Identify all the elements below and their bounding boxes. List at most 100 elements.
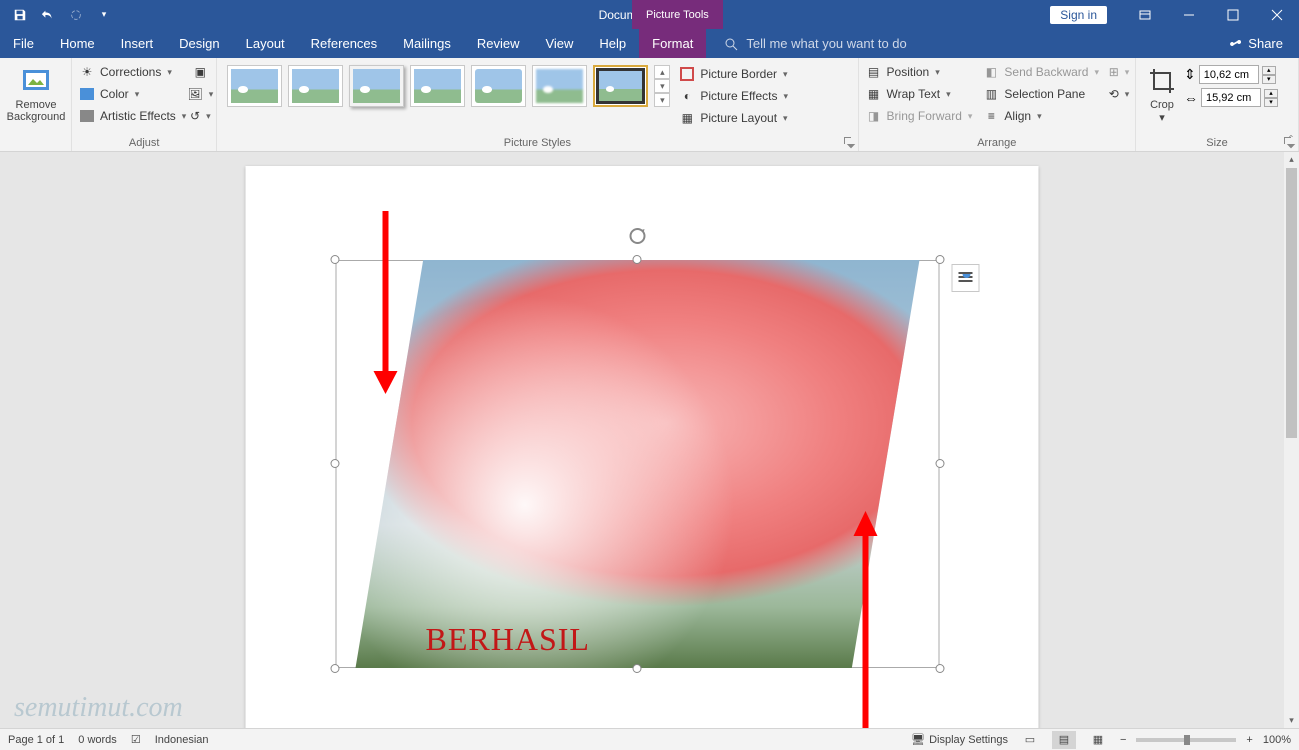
picture-layout-button[interactable]: ▦Picture Layout▾ xyxy=(676,107,790,129)
compress-button[interactable]: ▣ xyxy=(188,61,212,83)
style-thumb-selected[interactable] xyxy=(593,65,648,107)
redo-icon[interactable] xyxy=(64,3,88,27)
tab-view[interactable]: View xyxy=(532,29,586,58)
scroll-up-icon[interactable]: ▴ xyxy=(1284,152,1299,167)
chevron-down-icon: ▾ xyxy=(783,91,788,102)
picture-border-button[interactable]: Picture Border▾ xyxy=(676,63,790,85)
resize-handle[interactable] xyxy=(936,255,945,264)
group-remove-background: Remove Background xyxy=(0,58,72,151)
signin-button[interactable]: Sign in xyxy=(1050,6,1107,24)
h-up-icon[interactable]: ▴ xyxy=(1262,66,1276,75)
style-thumb[interactable] xyxy=(471,65,526,107)
web-layout-icon[interactable]: ▦ xyxy=(1086,731,1110,749)
zoom-out-icon[interactable]: − xyxy=(1120,734,1126,746)
tab-help[interactable]: Help xyxy=(586,29,639,58)
h-down-icon[interactable]: ▾ xyxy=(1262,75,1276,84)
rotate-handle-icon[interactable] xyxy=(628,226,648,251)
share-button[interactable]: Share xyxy=(1212,29,1299,58)
send-backward-button[interactable]: ◧Send Backward▾ xyxy=(980,61,1101,83)
zoom-slider[interactable] xyxy=(1136,738,1236,742)
group-size: Crop ▾ ⇕ 10,62 cm ▴▾ ⇔ 15,92 cm ▴▾ Size xyxy=(1136,58,1299,151)
picture-content: BERHASIL xyxy=(356,260,920,668)
chevron-down-icon: ▾ xyxy=(167,67,172,78)
tab-home[interactable]: Home xyxy=(47,29,108,58)
style-thumb[interactable] xyxy=(288,65,343,107)
print-layout-icon[interactable]: ▤ xyxy=(1052,731,1076,749)
height-input[interactable]: 10,62 cm xyxy=(1199,65,1259,84)
change-picture-button[interactable]: 🖼▾ xyxy=(188,83,212,105)
layout-options-icon[interactable] xyxy=(952,264,980,292)
close-icon[interactable] xyxy=(1255,0,1299,29)
remove-background-button[interactable]: Remove Background xyxy=(4,61,68,123)
tab-layout[interactable]: Layout xyxy=(233,29,298,58)
gallery-more-icon[interactable]: ▾ xyxy=(654,93,670,107)
backward-icon: ◧ xyxy=(982,63,1000,81)
proofing-icon[interactable]: ☑ xyxy=(131,733,141,746)
tab-insert[interactable]: Insert xyxy=(108,29,167,58)
language-status[interactable]: Indonesian xyxy=(155,734,209,746)
resize-handle[interactable] xyxy=(936,664,945,673)
selection-pane-button[interactable]: ▥Selection Pane xyxy=(980,83,1101,105)
ribbon-display-icon[interactable] xyxy=(1123,0,1167,29)
group-button[interactable]: ⊞▾ xyxy=(1107,61,1131,83)
vertical-scrollbar[interactable]: ▴ ▾ xyxy=(1284,152,1299,728)
tab-file[interactable]: File xyxy=(0,29,47,58)
tab-review[interactable]: Review xyxy=(464,29,533,58)
tab-references[interactable]: References xyxy=(298,29,390,58)
resize-handle[interactable] xyxy=(331,664,340,673)
group-label-styles: Picture Styles xyxy=(217,137,857,149)
undo-icon[interactable] xyxy=(36,3,60,27)
rotate-button[interactable]: ⟲▾ xyxy=(1107,83,1131,105)
align-button[interactable]: ≡Align▾ xyxy=(980,105,1101,127)
position-button[interactable]: ▤Position▾ xyxy=(863,61,975,83)
dialog-launcher-icon[interactable] xyxy=(844,137,854,147)
resize-handle[interactable] xyxy=(633,255,642,264)
w-down-icon[interactable]: ▾ xyxy=(1264,98,1278,107)
resize-handle[interactable] xyxy=(331,255,340,264)
tellme-search[interactable]: Tell me what you want to do xyxy=(706,29,1212,58)
effects-icon: ◐ xyxy=(678,87,696,105)
qat-customize-icon[interactable]: ▾ xyxy=(92,3,116,27)
reset-picture-button[interactable]: ↺▾ xyxy=(188,105,212,127)
save-icon[interactable] xyxy=(8,3,32,27)
picture-effects-button[interactable]: ◐Picture Effects▾ xyxy=(676,85,790,107)
chevron-down-icon: ▾ xyxy=(135,89,140,100)
artistic-effects-button[interactable]: Artistic Effects▾ xyxy=(76,105,188,127)
forward-icon: ◨ xyxy=(865,107,883,125)
color-button[interactable]: Color▾ xyxy=(76,83,188,105)
resize-handle[interactable] xyxy=(936,459,945,468)
zoom-level[interactable]: 100% xyxy=(1263,734,1291,746)
style-thumb[interactable] xyxy=(227,65,282,107)
gallery-down-icon[interactable]: ▾ xyxy=(654,79,670,93)
resize-handle[interactable] xyxy=(633,664,642,673)
tab-design[interactable]: Design xyxy=(166,29,232,58)
read-mode-icon[interactable]: ▭ xyxy=(1018,731,1042,749)
scroll-down-icon[interactable]: ▾ xyxy=(1284,713,1299,728)
annotation-arrow-up xyxy=(846,506,886,728)
tellme-placeholder: Tell me what you want to do xyxy=(746,36,906,51)
wrap-text-button[interactable]: ▦Wrap Text▾ xyxy=(863,83,975,105)
maximize-icon[interactable] xyxy=(1211,0,1255,29)
bring-forward-button[interactable]: ◨Bring Forward▾ xyxy=(863,105,975,127)
style-thumb[interactable] xyxy=(349,65,404,107)
overlay-text: BERHASIL xyxy=(426,621,590,658)
zoom-in-icon[interactable]: + xyxy=(1246,734,1252,746)
minimize-icon[interactable] xyxy=(1167,0,1211,29)
style-thumb[interactable] xyxy=(410,65,465,107)
page-count[interactable]: Page 1 of 1 xyxy=(8,734,64,746)
tab-format[interactable]: Format xyxy=(639,29,706,58)
word-count[interactable]: 0 words xyxy=(78,734,117,746)
corrections-button[interactable]: ☀Corrections▾ xyxy=(76,61,188,83)
resize-handle[interactable] xyxy=(331,459,340,468)
tab-mailings[interactable]: Mailings xyxy=(390,29,464,58)
w-up-icon[interactable]: ▴ xyxy=(1264,89,1278,98)
style-thumb[interactable] xyxy=(532,65,587,107)
document-canvas[interactable]: BERHASIL xyxy=(0,152,1284,728)
collapse-ribbon-icon[interactable]: ˆ xyxy=(1289,133,1293,147)
display-settings-button[interactable]: 🖥Display Settings xyxy=(911,733,1008,746)
width-input[interactable]: 15,92 cm xyxy=(1201,88,1261,107)
chevron-down-icon: ▾ xyxy=(968,111,973,122)
scroll-thumb[interactable] xyxy=(1286,168,1297,438)
selection-icon: ▥ xyxy=(982,85,1000,103)
gallery-up-icon[interactable]: ▴ xyxy=(654,65,670,79)
